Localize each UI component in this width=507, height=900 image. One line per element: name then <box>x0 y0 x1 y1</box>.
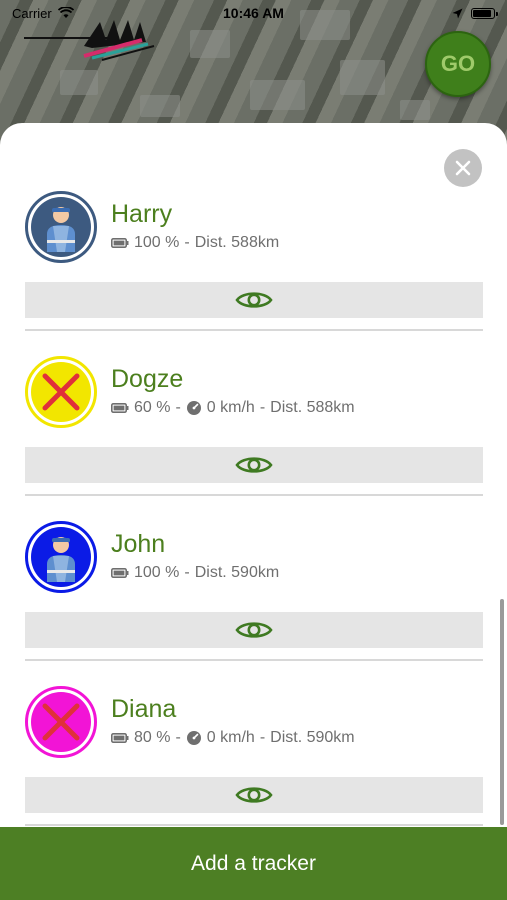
trackers-sheet: Harry 100 % - Dist. 588km Dogze 60 % - 0 km… <box>0 123 507 900</box>
tracker-list: Harry 100 % - Dist. 588km Dogze 60 % - 0 km… <box>25 186 483 846</box>
cross-icon <box>42 703 80 741</box>
tracker-info: 80 % - 0 km/h - Dist. 590km <box>111 729 355 747</box>
tracker-name: Diana <box>111 695 177 723</box>
add-tracker-button[interactable]: Add a tracker <box>0 827 507 900</box>
person-icon <box>47 207 75 252</box>
tracker-item-diana[interactable]: Diana 80 % - 0 km/h - Dist. 590km <box>25 681 483 846</box>
separator: - <box>184 564 190 581</box>
tracker-item-harry[interactable]: Harry 100 % - Dist. 588km <box>25 186 483 351</box>
close-icon <box>455 160 471 176</box>
view-tracker-button[interactable] <box>25 282 483 318</box>
app-logo <box>24 20 155 61</box>
view-tracker-button[interactable] <box>25 777 483 813</box>
eye-icon <box>235 622 273 638</box>
divider <box>25 659 483 661</box>
separator: - <box>259 399 266 416</box>
battery-icon <box>111 238 129 248</box>
distance: Dist. 590km <box>194 564 280 581</box>
tracker-info: 100 % - Dist. 588km <box>111 234 279 252</box>
divider <box>25 494 483 496</box>
battery-level: 60 % <box>134 399 171 416</box>
tracker-avatar <box>25 521 97 593</box>
tracker-name: Harry <box>111 200 173 228</box>
speed: 0 km/h <box>206 399 255 416</box>
separator: - <box>184 234 190 251</box>
tracker-avatar <box>25 686 97 758</box>
battery-level: 100 % <box>134 234 180 251</box>
person-icon <box>47 537 75 582</box>
separator: - <box>175 399 181 416</box>
cross-icon <box>42 373 80 411</box>
distance: Dist. 588km <box>270 399 355 416</box>
speedometer-icon <box>186 401 201 415</box>
scrollbar[interactable] <box>500 599 504 825</box>
distance: Dist. 590km <box>270 729 355 746</box>
eye-icon <box>235 787 273 803</box>
tracker-avatar <box>25 356 97 428</box>
speedometer-icon <box>186 731 201 745</box>
battery-icon <box>471 7 498 19</box>
tracker-item-john[interactable]: John 100 % - Dist. 590km <box>25 516 483 681</box>
separator: - <box>175 729 181 746</box>
tracker-avatar <box>25 191 97 263</box>
eye-icon <box>235 292 273 308</box>
view-tracker-button[interactable] <box>25 447 483 483</box>
speed: 0 km/h <box>206 729 255 746</box>
go-button[interactable]: GO <box>425 31 491 97</box>
tracker-info: 60 % - 0 km/h - Dist. 588km <box>111 399 355 417</box>
view-tracker-button[interactable] <box>25 612 483 648</box>
battery-level: 80 % <box>134 729 171 746</box>
divider <box>25 329 483 331</box>
tracker-item-dogze[interactable]: Dogze 60 % - 0 km/h - Dist. 588km <box>25 351 483 516</box>
battery-icon <box>111 403 129 413</box>
tracker-name: Dogze <box>111 365 184 393</box>
battery-level: 100 % <box>134 564 180 581</box>
eye-icon <box>235 457 273 473</box>
battery-icon <box>111 568 129 578</box>
separator: - <box>259 729 266 746</box>
tracker-name: John <box>111 530 166 558</box>
distance: Dist. 588km <box>194 234 280 251</box>
divider <box>25 824 483 826</box>
close-button[interactable] <box>444 149 482 187</box>
tracker-info: 100 % - Dist. 590km <box>111 564 279 582</box>
battery-icon <box>111 733 129 743</box>
